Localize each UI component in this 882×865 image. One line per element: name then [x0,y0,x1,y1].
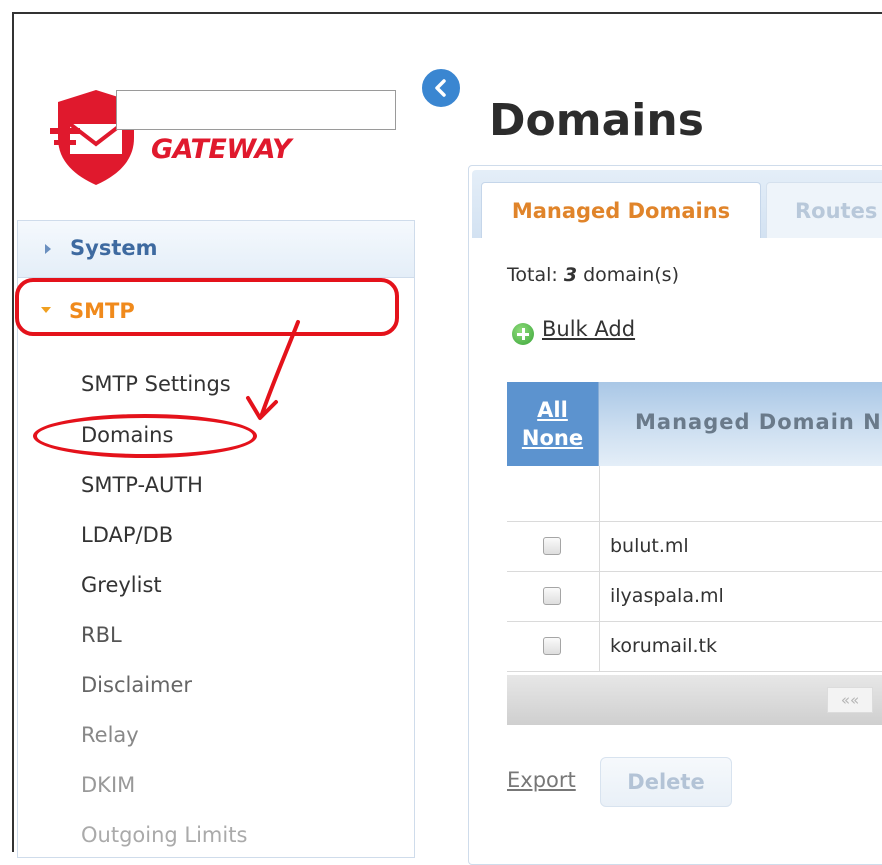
tab-managed-domains[interactable]: Managed Domains [481,182,761,238]
domain-name-cell: korumail.tk [610,635,718,657]
table-row[interactable]: korumail.tk [507,622,882,672]
tab-routes[interactable]: Routes [766,182,882,238]
total-count: 3 [563,264,578,286]
annotation-arrow-icon [246,320,300,420]
filter-row [507,466,882,522]
table-row[interactable]: bulut.ml [507,522,882,572]
sidebar-subitem-smtp-auth[interactable]: SMTP-AUTH [81,473,203,497]
select-column-header: All None [507,382,599,466]
chevron-left-icon [435,79,446,97]
table-row[interactable]: ilyaspala.ml [507,572,882,622]
total-prefix: Total: [507,264,558,286]
bulk-add-link[interactable]: Bulk Add [542,317,635,341]
sidebar-subitem-smtp-settings[interactable]: SMTP Settings [81,372,231,396]
column-divider [599,466,600,522]
sidebar-smtp-panel [17,278,415,858]
select-all-link[interactable]: All [507,396,598,424]
delete-button[interactable]: Delete [600,757,732,807]
sidebar-subitem-dkim[interactable]: DKIM [81,773,135,797]
select-none-link[interactable]: None [507,424,598,452]
grid-header: All None Managed Domain N [507,382,882,466]
managed-domain-column-header[interactable]: Managed Domain N [635,410,882,434]
caret-right-icon [45,244,51,254]
domain-name-cell: ilyaspala.ml [610,585,724,607]
sidebar-subitem-ldap-db[interactable]: LDAP/DB [81,523,173,547]
column-divider [599,572,600,622]
page-title: Domains [489,95,704,146]
sidebar-item-label: System [70,236,158,260]
collapse-sidebar-button[interactable] [418,65,464,111]
domains-grid: All None Managed Domain N bulut.ml ilyas… [507,382,882,725]
total-summary: Total: 3 domain(s) [507,264,679,286]
annotation-smtp-highlight [15,278,399,336]
sidebar-item-system[interactable]: System [17,220,415,278]
domain-name-cell: bulut.ml [610,535,689,557]
column-divider [599,622,600,672]
row-checkbox[interactable] [543,637,561,655]
sidebar-subitem-greylist[interactable]: Greylist [81,573,162,597]
grid-pager: «« [507,675,882,725]
add-circle-icon[interactable] [512,323,534,345]
logo-line-2: GATEWAY [151,134,292,165]
annotation-domains-highlight [33,414,257,458]
pager-first-button[interactable]: «« [827,687,873,713]
row-checkbox[interactable] [543,537,561,555]
row-checkbox[interactable] [543,587,561,605]
sidebar-subitem-outgoing-limits[interactable]: Outgoing Limits [81,823,247,847]
column-divider [599,522,600,572]
sidebar-subitem-rbl[interactable]: RBL [81,623,122,647]
total-suffix: domain(s) [583,264,679,286]
export-link[interactable]: Export [507,768,576,792]
sidebar-subitem-disclaimer[interactable]: Disclaimer [81,673,192,697]
sidebar-subitem-relay[interactable]: Relay [81,723,139,747]
domain-filter-input[interactable] [116,90,396,130]
